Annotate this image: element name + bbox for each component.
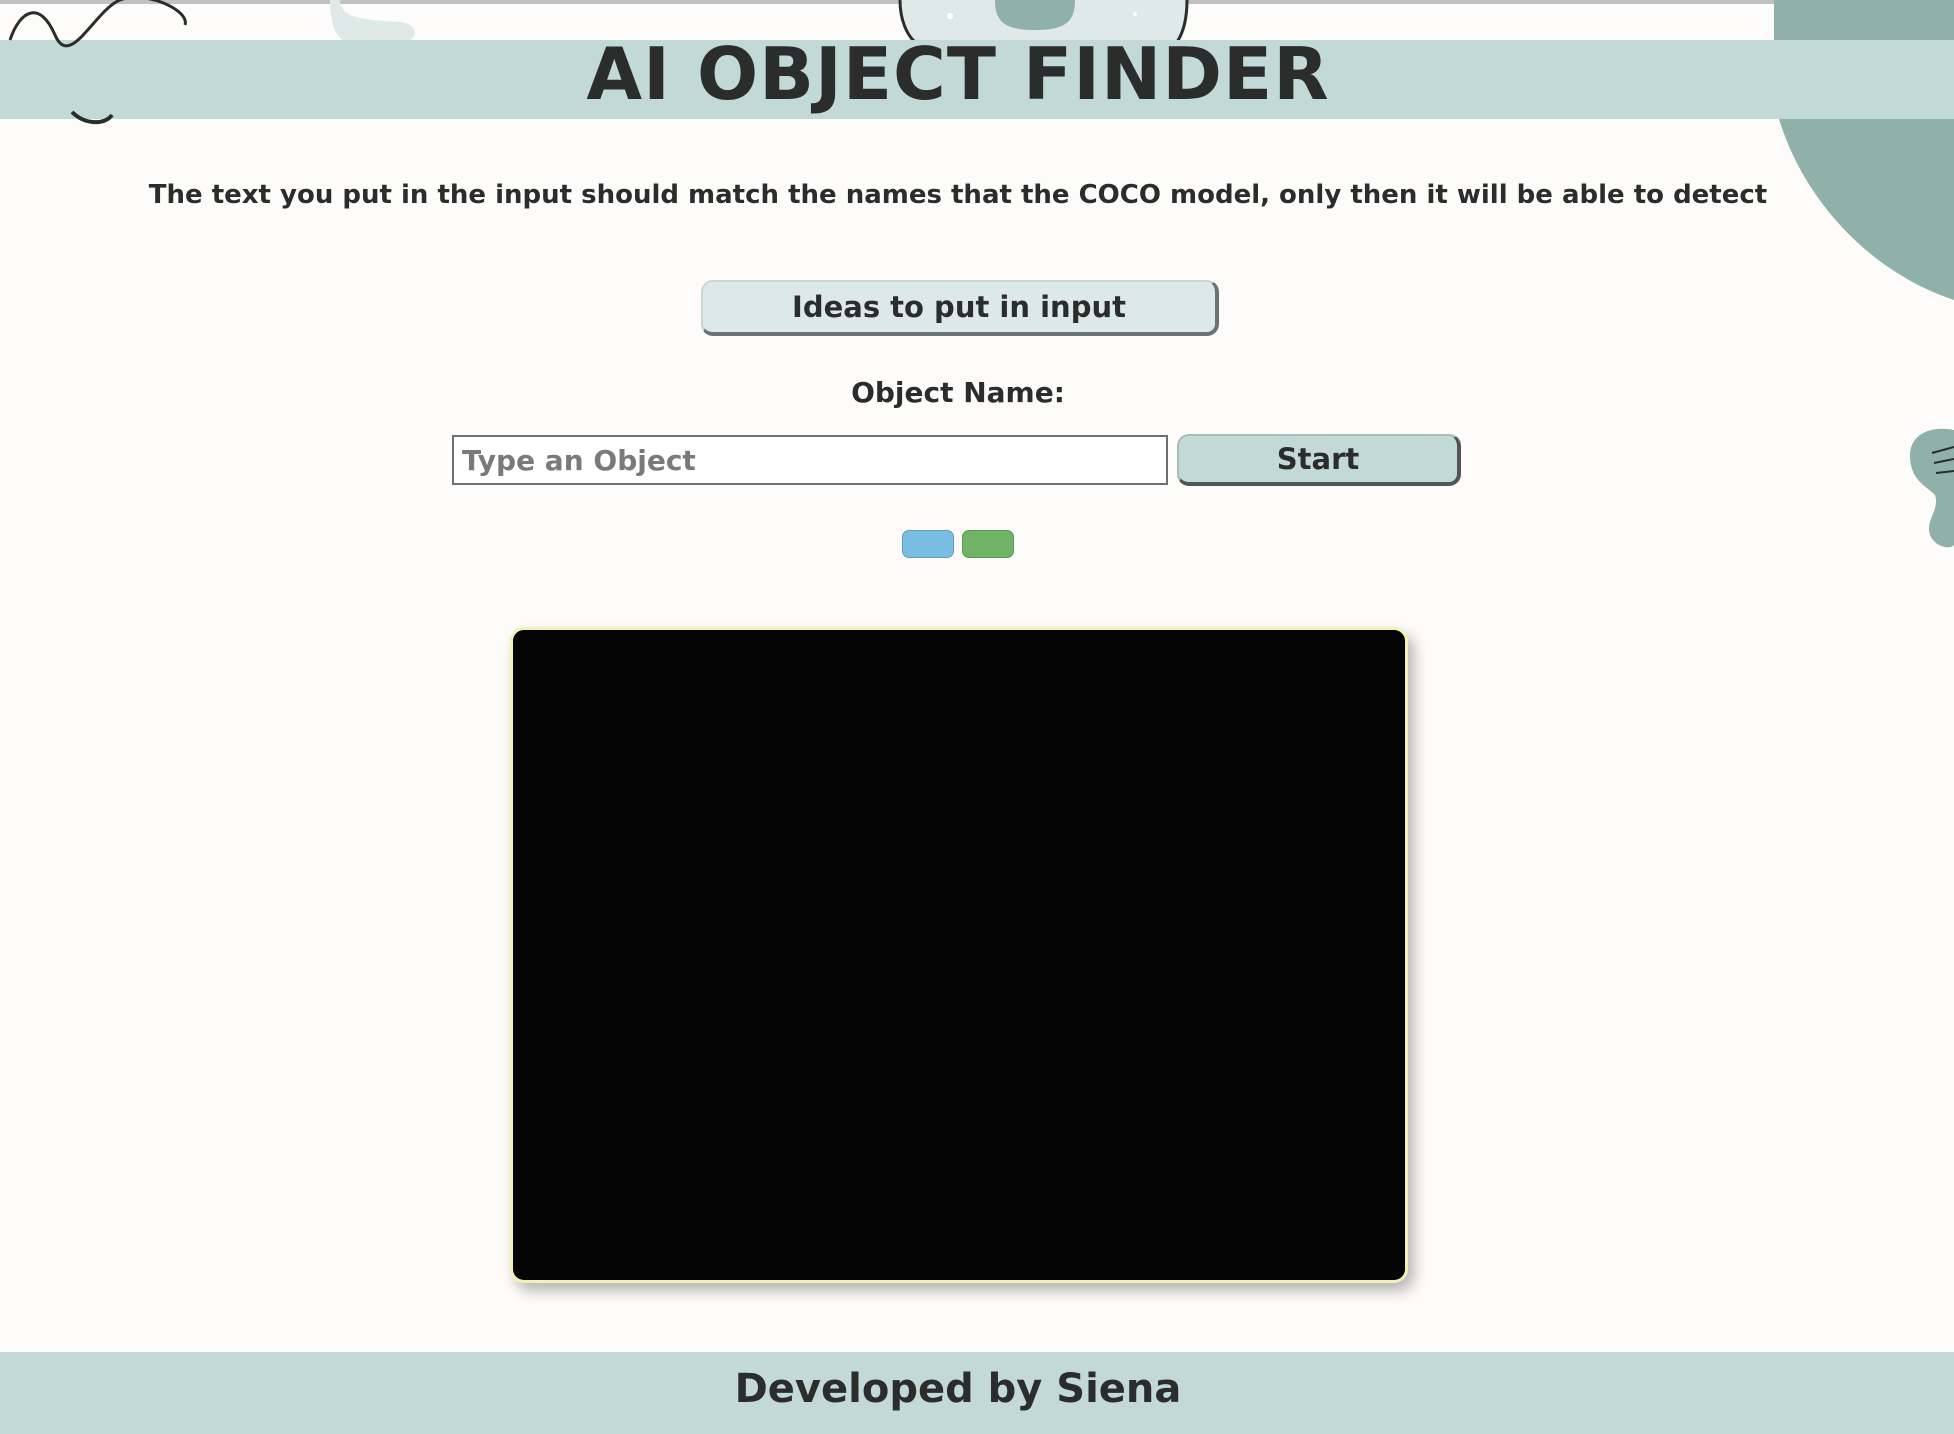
- footer-credit: Developed by Siena: [734, 1366, 1182, 1412]
- green-swatch-button[interactable]: [962, 530, 1014, 558]
- instruction-text: The text you put in the input should mat…: [148, 180, 1768, 210]
- decorative-blob-right: [1910, 428, 1954, 548]
- ideas-button[interactable]: Ideas to put in input: [701, 280, 1219, 336]
- blue-swatch-button[interactable]: [902, 530, 954, 558]
- object-name-label: Object Name:: [851, 376, 1065, 409]
- page-title: AI OBJECT FINDER: [586, 32, 1330, 116]
- page: AI OBJECT FINDER The text you put in the…: [0, 0, 1954, 1434]
- object-name-input[interactable]: [452, 435, 1168, 485]
- start-button[interactable]: Start: [1177, 434, 1461, 486]
- video-feed: [510, 627, 1408, 1283]
- footer: Developed by Siena: [0, 1352, 1954, 1434]
